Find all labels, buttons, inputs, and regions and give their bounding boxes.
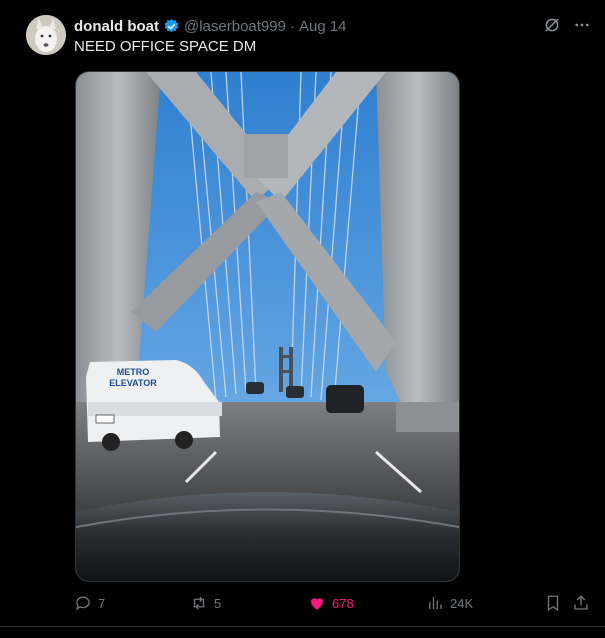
repost-button[interactable]: 5 <box>190 594 221 612</box>
tweet-divider <box>0 626 605 627</box>
header-separator: · <box>289 17 295 35</box>
like-count: 678 <box>332 595 354 611</box>
verified-badge-icon <box>163 18 180 35</box>
reply-count: 7 <box>98 595 106 611</box>
reply-button[interactable]: 7 <box>74 594 105 612</box>
repost-icon <box>190 594 208 612</box>
tweet-header: donald boat @laserboat999 · Aug 14 <box>74 16 347 36</box>
reply-icon <box>74 594 92 612</box>
repost-count: 5 <box>214 595 222 611</box>
views-button[interactable]: 24K <box>426 594 473 612</box>
like-icon <box>308 594 326 612</box>
grok-icon[interactable] <box>543 16 561 34</box>
tweet-top-actions <box>543 16 591 34</box>
views-icon <box>426 594 444 612</box>
tweet[interactable]: donald boat @laserboat999 · Aug 14 NEED … <box>0 0 605 638</box>
tweet-date[interactable]: Aug 14 <box>299 18 347 35</box>
author-handle[interactable]: @laserboat999 <box>184 18 286 35</box>
share-icon <box>572 594 590 612</box>
van-sign-line1: METRO <box>117 367 150 377</box>
bookmark-button[interactable] <box>544 594 562 612</box>
more-icon[interactable] <box>573 16 591 34</box>
van-sign-line2: ELEVATOR <box>109 378 157 388</box>
author-name[interactable]: donald boat <box>74 18 159 35</box>
tweet-photo[interactable]: METRO ELEVATOR <box>75 71 460 582</box>
bookmark-icon <box>544 594 562 612</box>
avatar[interactable] <box>26 15 66 55</box>
like-button[interactable]: 678 <box>308 594 354 612</box>
share-button[interactable] <box>572 594 590 612</box>
views-count: 24K <box>450 595 474 611</box>
tweet-actions: 7 5 678 24K <box>74 594 594 614</box>
tweet-text: NEED OFFICE SPACE DM <box>74 38 257 55</box>
